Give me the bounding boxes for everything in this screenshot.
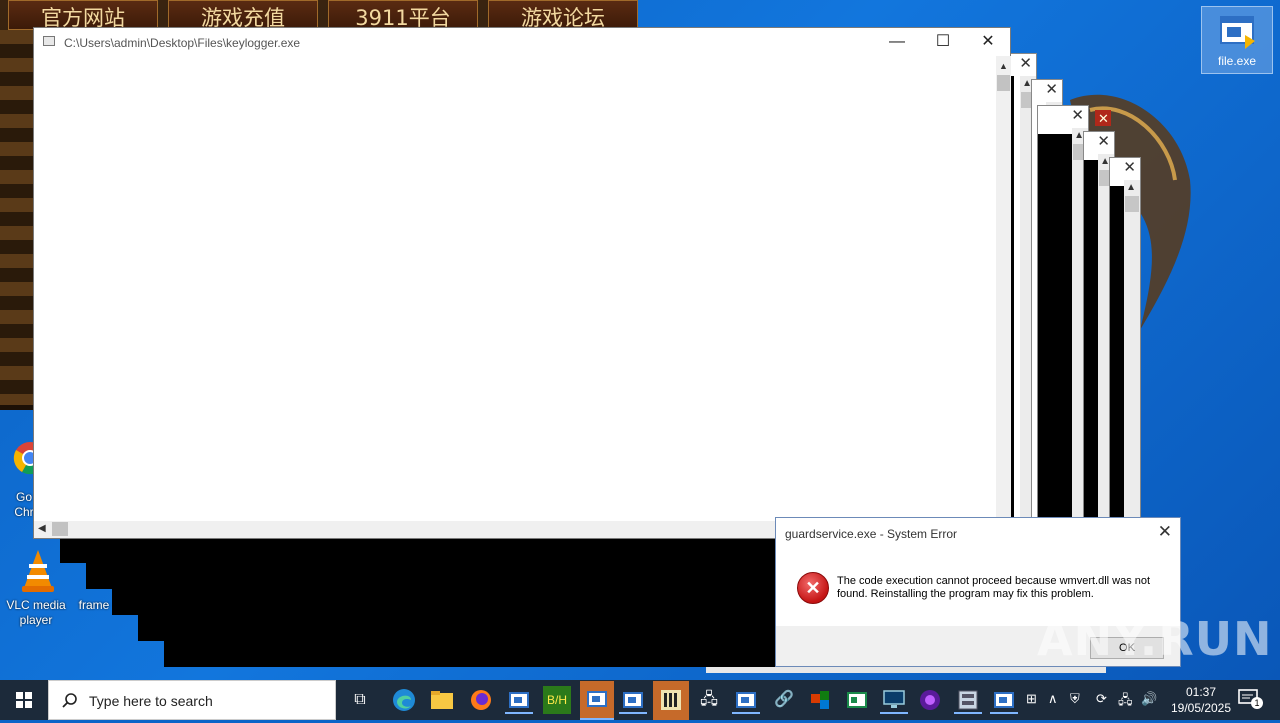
task-view-icon[interactable]: ⧉ bbox=[346, 686, 374, 714]
sync-icon[interactable]: ⟳ bbox=[1096, 691, 1107, 707]
close-icon[interactable]: ✕ bbox=[1097, 134, 1110, 149]
cascade-window-3[interactable]: ✕ ▲ bbox=[1037, 105, 1089, 523]
notification-badge: 1 bbox=[1251, 697, 1263, 709]
volume-icon[interactable]: 🔊 bbox=[1141, 691, 1157, 707]
minimize-button[interactable]: — bbox=[874, 28, 920, 56]
clock-time: 01:37 bbox=[1185, 685, 1217, 699]
app-window-icon bbox=[43, 36, 55, 46]
cascade-window-bottom-4 bbox=[138, 615, 776, 641]
cascade-window-bottom-3 bbox=[112, 589, 776, 615]
taskbar-window-app-3[interactable] bbox=[619, 686, 647, 714]
dialog-close-button[interactable]: ✕ bbox=[1158, 522, 1172, 542]
title-bar[interactable]: C:\Users\admin\Desktop\Files\keylogger.e… bbox=[34, 28, 1010, 56]
horizontal-scrollbar-thumb[interactable] bbox=[52, 522, 68, 536]
cascade-window-edge bbox=[706, 667, 1106, 673]
banner-platform-button[interactable]: 3911平台 bbox=[328, 0, 478, 30]
desktop-icon-file-exe[interactable]: file.exe bbox=[1201, 6, 1273, 74]
frame-label: frame bbox=[78, 598, 110, 612]
search-placeholder: Type here to search bbox=[89, 693, 213, 709]
server-app-icon[interactable] bbox=[954, 686, 982, 714]
close-icon[interactable]: ✕ bbox=[1123, 160, 1136, 175]
scrollbar[interactable] bbox=[1124, 180, 1140, 522]
keylogger-window[interactable]: C:\Users\admin\Desktop\Files\keylogger.e… bbox=[33, 27, 1011, 539]
cascade-window-bottom-1 bbox=[60, 537, 776, 563]
window-title: C:\Users\admin\Desktop\Files\keylogger.e… bbox=[64, 36, 301, 50]
taskbar-window-app-2[interactable] bbox=[580, 681, 614, 720]
banner-recharge-button[interactable]: 游戏充值 bbox=[168, 0, 318, 30]
start-button[interactable] bbox=[0, 680, 48, 720]
svg-text:✕: ✕ bbox=[1098, 112, 1109, 127]
link-icon[interactable]: 🔗 bbox=[770, 686, 798, 714]
cascade-window-bottom-2 bbox=[86, 563, 776, 589]
shield-icon[interactable]: ⛨ bbox=[1070, 691, 1080, 707]
tray-app-icon[interactable]: ⊞ bbox=[1026, 691, 1037, 707]
banner-forum-button[interactable]: 游戏论坛 bbox=[488, 0, 638, 30]
taskbar-clock[interactable]: 01:37 19/05/2025 bbox=[1164, 684, 1238, 716]
window-content bbox=[1084, 160, 1098, 522]
close-icon[interactable]: ✕ bbox=[1045, 82, 1058, 97]
error-message: The code execution cannot proceed becaus… bbox=[837, 575, 1151, 600]
monitor-app-icon[interactable] bbox=[880, 686, 908, 714]
scroll-up-icon[interactable]: ▲ bbox=[999, 61, 1008, 71]
file-exe-icon bbox=[1220, 16, 1255, 49]
app-window-icon-5[interactable] bbox=[843, 686, 871, 714]
close-button[interactable]: ✕ bbox=[965, 28, 1011, 56]
banner-official-site-button[interactable]: 官方网站 bbox=[8, 0, 158, 30]
vlc-cone-icon bbox=[22, 550, 54, 592]
vertical-scrollbar[interactable] bbox=[996, 56, 1011, 522]
taskbar-window-app-6[interactable] bbox=[990, 686, 1018, 714]
clock-date: 19/05/2025 bbox=[1170, 701, 1232, 715]
network-icon[interactable]: 🖧 bbox=[1118, 691, 1133, 713]
firefox-icon[interactable] bbox=[467, 686, 495, 714]
taskbar-window-app-4[interactable] bbox=[732, 686, 760, 714]
chevron-up-icon[interactable]: ∧ bbox=[1048, 691, 1058, 707]
search-icon bbox=[62, 693, 77, 708]
game-banner-decoration bbox=[0, 30, 36, 405]
notification-center-button[interactable]: 1 bbox=[1238, 688, 1263, 712]
file-exe-label: file.exe bbox=[1217, 54, 1257, 68]
scrollbar-thumb[interactable] bbox=[1125, 196, 1139, 212]
taskbar-search-box[interactable]: Type here to search bbox=[48, 680, 336, 720]
scroll-up-icon[interactable]: ▲ bbox=[1126, 182, 1136, 193]
purple-app-icon[interactable] bbox=[916, 686, 944, 714]
file-explorer-icon[interactable] bbox=[428, 686, 456, 714]
cascade-window-5[interactable]: ✕ ▲ bbox=[1109, 157, 1141, 523]
cascade-window-bottom-5 bbox=[164, 641, 776, 667]
network-tool-icon[interactable]: 🖧 bbox=[695, 686, 723, 714]
maximize-button[interactable]: ☐ bbox=[920, 28, 966, 56]
windows-logo-icon bbox=[16, 692, 32, 708]
desktop-icon-vlc[interactable] bbox=[18, 548, 58, 594]
window-content bbox=[1110, 186, 1124, 522]
anyrun-watermark: ANY.RUN bbox=[1037, 612, 1273, 666]
window-content bbox=[1038, 134, 1072, 522]
edge-icon[interactable] bbox=[390, 686, 418, 714]
error-icon: ✕ bbox=[797, 572, 829, 604]
dialog-title: guardservice.exe - System Error bbox=[785, 527, 958, 541]
close-icon[interactable]: ✕ bbox=[1019, 56, 1032, 71]
taskbar-window-app-1[interactable] bbox=[505, 686, 533, 714]
close-icon[interactable]: ✕ bbox=[1071, 108, 1084, 123]
vertical-scrollbar-thumb[interactable] bbox=[997, 75, 1010, 91]
bh-app-icon[interactable]: B/H bbox=[543, 686, 571, 714]
vlc-label: VLC media player bbox=[6, 598, 66, 627]
game-launcher-icon[interactable] bbox=[653, 681, 689, 720]
scroll-left-icon[interactable]: ◀ bbox=[38, 523, 46, 534]
office-icon[interactable] bbox=[806, 686, 834, 714]
